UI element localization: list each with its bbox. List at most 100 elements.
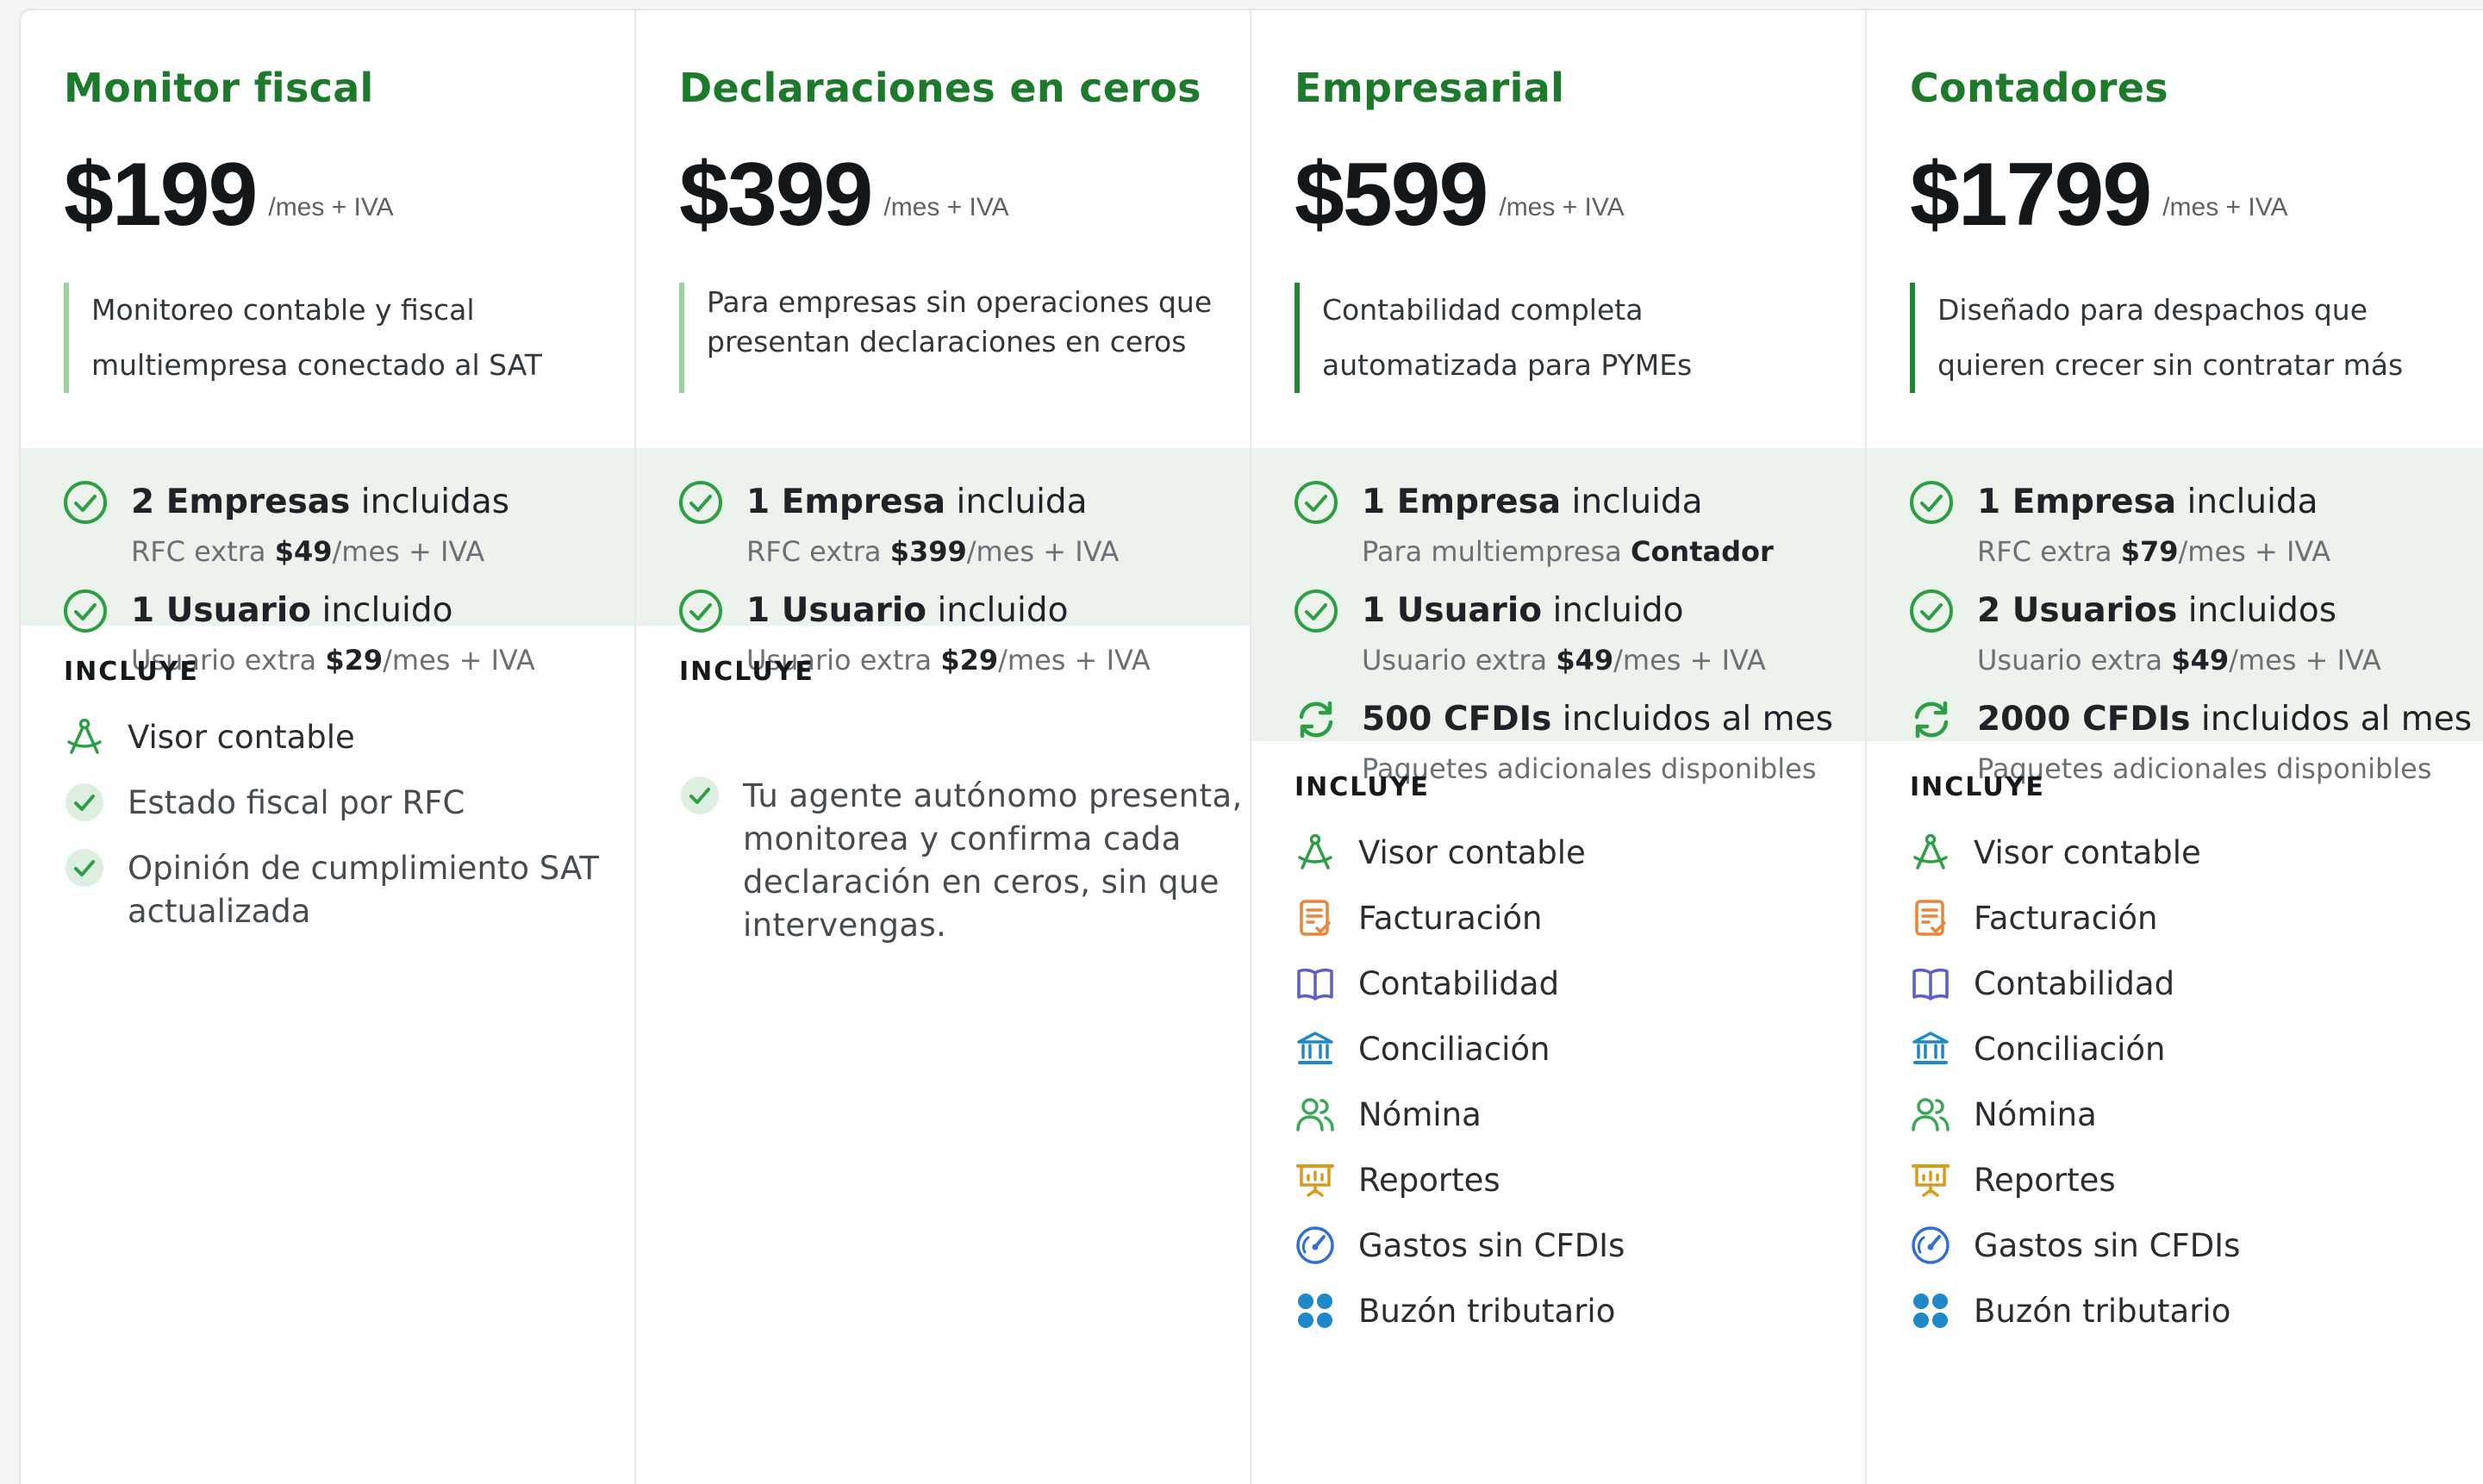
includes-section: INCLUYE Tu agente autónomo presenta, mon… [636, 626, 1250, 970]
gauge-icon [1910, 1225, 1951, 1266]
feature-title: 2000 CFDIs incluidos al mes [1977, 700, 2472, 739]
feature-sub-prefix: RFC extra [131, 535, 275, 568]
includes-item: Tu agente autónomo presenta, monitorea y… [679, 775, 1250, 947]
feature-sub-prefix: Usuario extra [1362, 644, 1557, 677]
feature-title-rest: incluido [311, 591, 453, 630]
includes-label: Gastos sin CFDIs [1358, 1227, 1625, 1264]
feature-sub-suffix: /mes + IVA [966, 535, 1120, 568]
includes-label: Gastos sin CFDIs [1974, 1227, 2241, 1264]
check-circle-icon [1293, 588, 1339, 634]
includes-label: Visor contable [1358, 834, 1586, 871]
feature-item: 2 Usuarios incluidos Usuario extra $49/me… [1908, 589, 2460, 679]
feature-title-rest: incluidos al mes [1551, 700, 1833, 739]
includes-label: Buzón tributario [1974, 1293, 2231, 1330]
feature-text: 1 Usuario incluido Usuario extra $49/mes … [1362, 591, 1766, 679]
plan-card-monitor-fiscal: Monitor fiscal $199 /mes + IVA Monitoreo… [21, 10, 636, 1484]
includes-item: Visor contable [1295, 832, 1865, 875]
includes-label: Buzón tributario [1358, 1293, 1616, 1330]
feature-title-rest: incluido [926, 591, 1069, 630]
presentation-icon [1295, 1159, 1336, 1200]
feature-sub-strong: Contador [1630, 535, 1774, 568]
price-period: /mes + IVA [2162, 193, 2288, 221]
feature-title-rest: incluido [1542, 591, 1684, 630]
feature-title-strong: 1 Empresa [746, 483, 946, 521]
feature-title-rest: incluidos al mes [2190, 700, 2473, 739]
includes-item: Conciliación [1910, 1028, 2483, 1071]
plan-price: $199 [64, 145, 258, 245]
plan-name: Monitor fiscal [64, 65, 374, 111]
feature-title-rest: incluida [1561, 483, 1703, 521]
includes-label: Visor contable [1974, 834, 2201, 871]
includes-heading: INCLUYE [1910, 772, 2045, 802]
price-row: $599 /mes + IVA [1295, 143, 1865, 245]
includes-item: Gastos sin CFDIs [1910, 1225, 2483, 1268]
feature-sub-strong: $399 [889, 535, 967, 568]
price-row: $1799 /mes + IVA [1910, 143, 2483, 245]
feature-title: 1 Usuario incluido [1362, 591, 1766, 631]
feature-sub-strong: $49 [2171, 644, 2230, 677]
feature-title-strong: 1 Empresa [1362, 483, 1562, 521]
feature-title: 1 Empresa incluida [746, 483, 1119, 522]
includes-label: Opinión de cumplimiento SAT actualizada [128, 850, 600, 930]
feature-sub-prefix: RFC extra [746, 535, 890, 568]
price-period: /mes + IVA [268, 193, 394, 221]
includes-item: Opinión de cumplimiento SAT actualizada [64, 847, 634, 933]
feature-title-strong: 2 Empresas [131, 483, 351, 521]
includes-heading: INCLUYE [64, 657, 199, 687]
plan-price: $1799 [1910, 145, 2152, 245]
plan-name: Declaraciones en ceros [679, 65, 1201, 111]
feature-text: 1 Empresa incluida Para multiempresa Cont… [1362, 483, 1774, 571]
includes-item: Nómina [1910, 1094, 2483, 1137]
includes-item: Nómina [1295, 1094, 1865, 1137]
feature-title-rest: incluida [945, 483, 1088, 521]
feature-sub-strong: $79 [2120, 535, 2179, 568]
includes-item: Visor contable [64, 716, 634, 759]
feature-item: 1 Usuario incluido Usuario extra $49/mes … [1293, 588, 1839, 679]
check-badge-icon [64, 782, 105, 823]
grid-dots-icon [1295, 1290, 1336, 1331]
feature-title: 2 Usuarios incluidos [1977, 591, 2381, 631]
book-icon [1295, 963, 1336, 1004]
feature-title-strong: 1 Empresa [1977, 483, 2177, 521]
feature-sub-suffix: /mes + IVA [2229, 644, 2381, 677]
feature-item: 2 Empresas incluidas RFC extra $49/mes + … [62, 481, 608, 571]
refresh-icon [1908, 696, 1955, 743]
feature-sub-prefix: Usuario extra [1977, 644, 2172, 677]
plan-description: Para empresas sin operaciones que presen… [679, 283, 1224, 393]
bank-icon [1910, 1028, 1951, 1069]
feature-title-strong: 2 Usuarios [1977, 591, 2178, 630]
price-period: /mes + IVA [883, 193, 1009, 221]
includes-heading: INCLUYE [1295, 772, 1430, 802]
feature-title-strong: 1 Usuario [1362, 591, 1543, 630]
presentation-icon [1910, 1159, 1951, 1200]
feature-subtitle: Usuario extra $49/mes + IVA [1977, 641, 2381, 679]
includes-item: Visor contable [1910, 832, 2483, 875]
feature-sub-suffix: /mes + IVA [332, 535, 485, 568]
invoice-icon [1910, 897, 1951, 938]
feature-item: 1 Empresa incluida RFC extra $79/mes + IV… [1908, 481, 2460, 571]
feature-title-strong: 500 CFDIs [1362, 700, 1552, 739]
includes-item: Gastos sin CFDIs [1295, 1225, 1865, 1268]
users-icon [1295, 1094, 1336, 1135]
feature-title: 2 Empresas incluidas [131, 483, 509, 522]
includes-label: Reportes [1358, 1162, 1500, 1199]
plan-name: Empresarial [1295, 65, 1565, 111]
check-badge-icon [679, 775, 721, 816]
includes-item: Facturación [1910, 897, 2483, 940]
feature-text: 2 Empresas incluidas RFC extra $49/mes + … [131, 483, 509, 571]
includes-item: Contabilidad [1910, 963, 2483, 1006]
check-circle-icon [1293, 479, 1339, 526]
includes-label: Conciliación [1358, 1031, 1550, 1068]
feature-sub-strong: $49 [1556, 644, 1614, 677]
feature-text: 2 Usuarios incluidos Usuario extra $49/me… [1977, 591, 2381, 679]
feature-title-strong: 1 Usuario [131, 591, 312, 630]
book-icon [1910, 963, 1951, 1004]
feature-text: 1 Empresa incluida RFC extra $399/mes + I… [746, 483, 1119, 571]
plan-price: $599 [1295, 145, 1488, 245]
plan-name: Contadores [1910, 65, 2168, 111]
plan-card-empresarial: Empresarial $599 /mes + IVA Contabilidad… [1251, 10, 1867, 1484]
compass-icon [1910, 832, 1951, 873]
includes-section: INCLUYE Visor contable Estado fiscal por … [21, 626, 634, 956]
feature-item: 1 Empresa incluida Para multiempresa Cont… [1293, 481, 1839, 571]
plan-description: Diseñado para despachos que quieren crec… [1910, 283, 2455, 393]
